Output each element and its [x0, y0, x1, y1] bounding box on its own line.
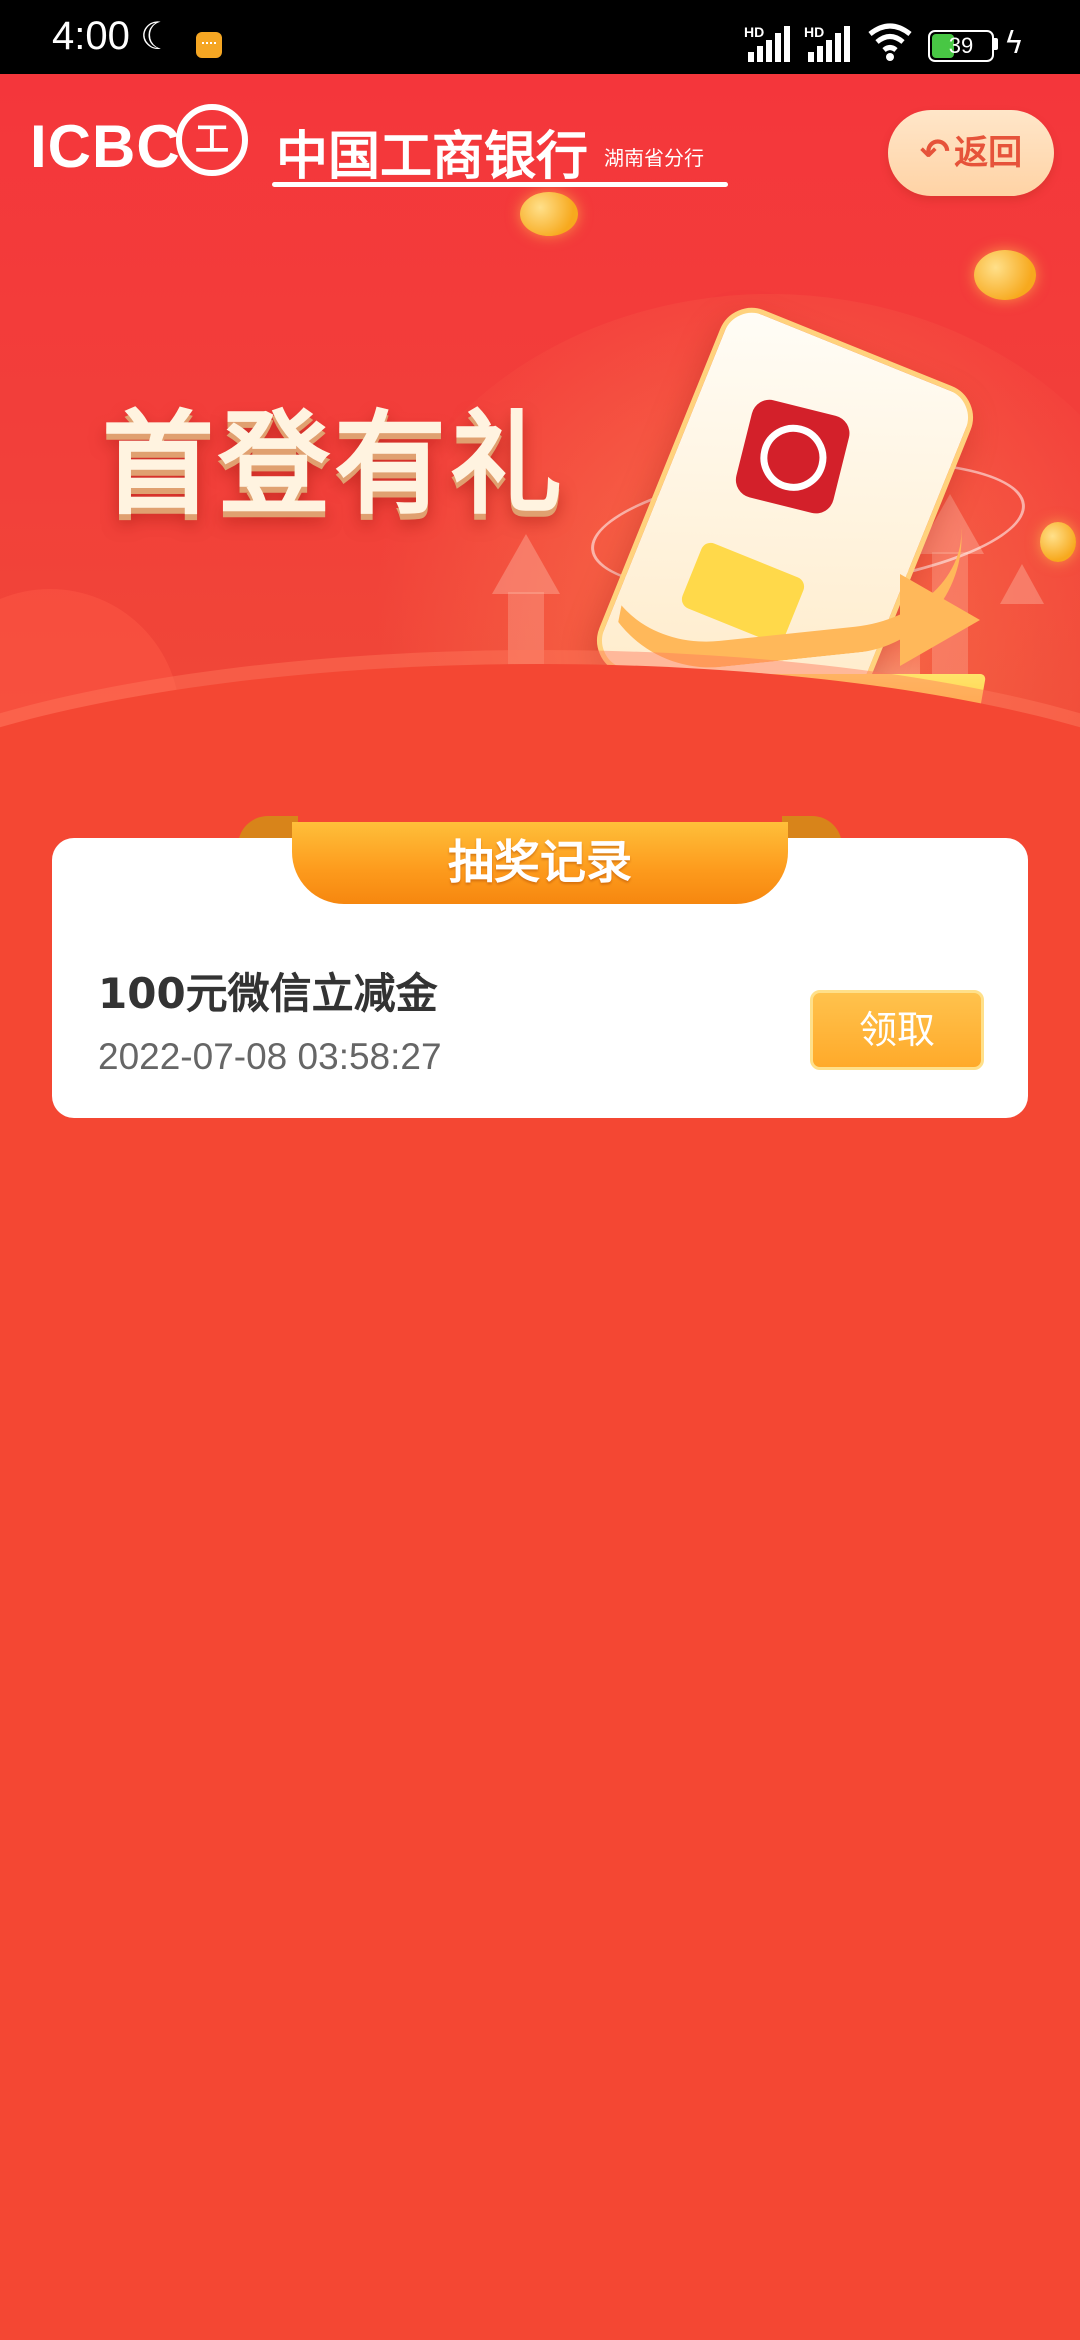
icbc-emblem-icon: 工: [176, 104, 248, 176]
bank-name: 中国工商银行: [276, 127, 589, 187]
back-label: 返回: [954, 133, 1023, 173]
signal-icon-1: [748, 26, 790, 62]
icbc-wordmark: ICBC: [30, 113, 181, 180]
decor-arrow-icon: [1000, 564, 1044, 604]
swoosh-arrow-head: [900, 574, 980, 666]
back-arrow-icon: ↶: [919, 132, 951, 173]
coin-icon: [974, 250, 1036, 300]
battery-level: 39: [948, 33, 974, 58]
status-bar: 4:00 ☾ HD HD 39 ϟ: [0, 0, 1080, 74]
branch-name: 湖南省分行: [604, 146, 704, 170]
prize-name: 100元微信立减金: [98, 969, 438, 1018]
battery-cap: [994, 38, 998, 50]
notification-app-icon: [196, 32, 222, 58]
battery-icon: 39: [928, 30, 994, 62]
prize-time: 2022-07-08 03:58:27: [98, 1036, 442, 1077]
coin-icon: [520, 192, 578, 236]
promo-banner: ICBC 工 中国工商银行 湖南省分行 ↶ 返回 首登有礼: [0, 74, 1080, 814]
decor-arrow-icon: [492, 534, 560, 594]
charging-icon: ϟ: [1004, 26, 1024, 61]
coin-icon: [1040, 522, 1076, 562]
status-time: 4:00: [52, 14, 130, 58]
signal-icon-2: [808, 26, 850, 62]
do-not-disturb-icon: ☾: [140, 14, 175, 58]
wifi-icon: [868, 23, 912, 61]
logo-underline: [272, 182, 728, 187]
claim-button[interactable]: 领取: [810, 990, 984, 1070]
section-title: 抽奖记录: [292, 822, 788, 904]
banner-title: 首登有礼: [102, 400, 566, 530]
back-button[interactable]: ↶ 返回: [888, 110, 1054, 196]
icbc-app-icon: [732, 395, 854, 518]
